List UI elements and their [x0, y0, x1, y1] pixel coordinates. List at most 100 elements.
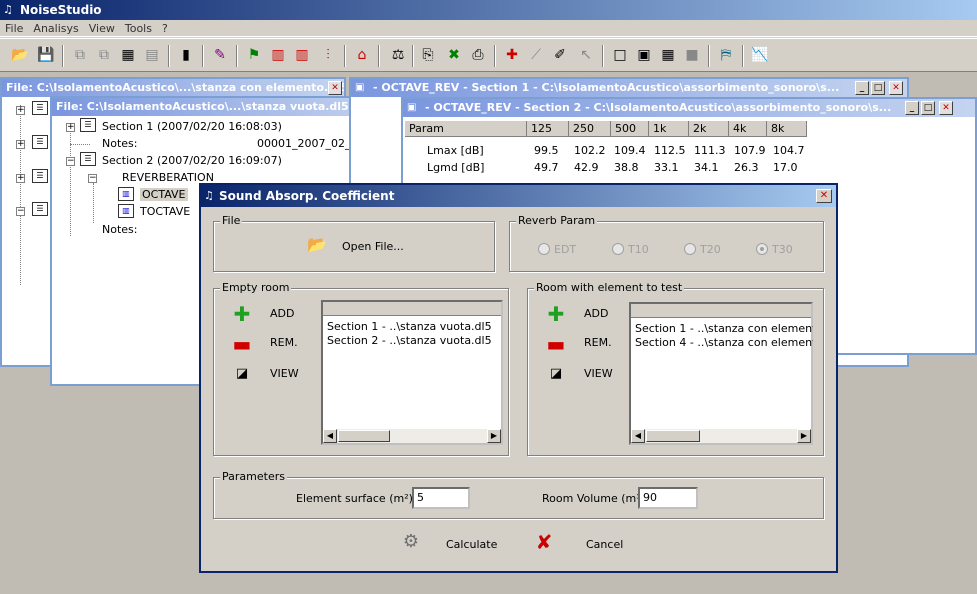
scroll-left-icon[interactable]: ◀: [323, 429, 337, 443]
radio-t10[interactable]: [612, 243, 624, 255]
menu-analisys[interactable]: Analisys: [28, 20, 83, 37]
window3-icon[interactable]: ▦: [658, 45, 678, 65]
bars2-icon[interactable]: ▥: [292, 45, 312, 65]
empty-add-button[interactable]: ADD: [270, 307, 294, 320]
empty-view-button[interactable]: VIEW: [270, 367, 299, 380]
save-icon[interactable]: 💾: [36, 45, 56, 65]
open-file-button[interactable]: Open File...: [342, 240, 404, 253]
maximize-icon[interactable]: □: [871, 81, 885, 95]
scroll-thumb[interactable]: [338, 430, 390, 442]
scroll-right-icon[interactable]: ▶: [797, 429, 811, 443]
list-item[interactable]: Section 1 - ..\stanza vuota.dl5: [327, 320, 503, 333]
measure-icon[interactable]: ✎: [210, 45, 230, 65]
collapse-icon[interactable]: −: [88, 174, 97, 183]
file-group-label: File: [220, 214, 243, 227]
window-chart-icon: ▣: [407, 102, 417, 113]
column-header[interactable]: 500: [611, 121, 649, 137]
expand-icon[interactable]: +: [16, 174, 25, 183]
filter-icon[interactable]: ⚑: [244, 45, 264, 65]
column-header[interactable]: 2k: [689, 121, 729, 137]
window1-icon[interactable]: □: [610, 45, 630, 65]
element-add-button[interactable]: ADD: [584, 307, 608, 320]
menu-tools[interactable]: Tools: [120, 20, 157, 37]
calculate-button[interactable]: Calculate: [446, 538, 497, 551]
element-room-list[interactable]: Section 1 - ..\stanza con elemento.dl5 S…: [629, 302, 813, 445]
doc-icon[interactable]: ▤: [142, 45, 162, 65]
close-icon[interactable]: ✕: [328, 81, 342, 95]
window2-icon[interactable]: ▣: [634, 45, 654, 65]
export-icon[interactable]: ▦: [118, 45, 138, 65]
excel-icon[interactable]: ✖: [444, 45, 464, 65]
copy-doc-icon[interactable]: ⧉: [70, 45, 90, 65]
copy-icon[interactable]: ⎘: [418, 45, 438, 65]
calc-icon[interactable]: ⚖: [388, 45, 408, 65]
horizontal-scrollbar[interactable]: ◀ ▶: [323, 429, 501, 443]
radio-edt[interactable]: [538, 243, 550, 255]
column-header[interactable]: 4k: [729, 121, 767, 137]
column-header[interactable]: 125: [527, 121, 569, 137]
device-icon[interactable]: ▮: [176, 45, 196, 65]
chart-icon[interactable]: 📉: [750, 45, 770, 65]
add-icon[interactable]: ✚: [232, 304, 252, 324]
scroll-left-icon[interactable]: ◀: [631, 429, 645, 443]
scroll-thumb[interactable]: [646, 430, 700, 442]
collapse-icon[interactable]: −: [66, 157, 75, 166]
radio-t30[interactable]: [756, 243, 768, 255]
list-item[interactable]: Section 2 - ..\stanza vuota.dl5: [327, 334, 503, 347]
window4-icon[interactable]: ■: [682, 45, 702, 65]
folder-open-icon[interactable]: 📂: [306, 236, 328, 254]
expand-icon[interactable]: +: [66, 123, 75, 132]
empty-rem-button[interactable]: REM.: [270, 336, 298, 349]
radio-t20[interactable]: [684, 243, 696, 255]
pen-icon[interactable]: ✚: [502, 45, 522, 65]
bars-icon[interactable]: ▥: [268, 45, 288, 65]
view-icon[interactable]: ◪: [546, 365, 566, 383]
list-item[interactable]: Section 1 - ..\stanza con elemento.dl5: [635, 322, 813, 335]
view-icon[interactable]: ◪: [232, 365, 252, 383]
line-icon[interactable]: ⟋: [526, 45, 546, 65]
menu-file[interactable]: File: [0, 20, 28, 37]
spectrum-icon[interactable]: ⫶: [318, 45, 338, 65]
map-icon[interactable]: ⛿: [716, 45, 736, 65]
minimize-icon[interactable]: _: [855, 81, 869, 95]
tree-toctave[interactable]: TOCTAVE: [140, 205, 190, 218]
close-icon[interactable]: ✕: [816, 189, 832, 203]
element-view-button[interactable]: VIEW: [584, 367, 613, 380]
column-header[interactable]: 8k: [767, 121, 807, 137]
print-icon[interactable]: ⎙: [468, 45, 488, 65]
tree-section-1[interactable]: Section 1: [102, 120, 153, 133]
menu-help[interactable]: ?: [157, 20, 173, 37]
column-header[interactable]: Param: [405, 121, 527, 137]
sound-absorp-dialog[interactable]: Sound Absorp. Coefficient ♫ ✕ File 📂 Ope…: [199, 183, 838, 573]
maximize-icon[interactable]: □: [921, 101, 935, 115]
remove-icon[interactable]: ▬: [546, 334, 566, 354]
house-icon[interactable]: ⌂: [352, 45, 372, 65]
tree-section-2[interactable]: Section 2: [102, 154, 153, 167]
element-rem-button[interactable]: REM.: [584, 336, 612, 349]
column-header[interactable]: 250: [569, 121, 611, 137]
minimize-icon[interactable]: _: [905, 101, 919, 115]
list-item[interactable]: Section 4 - ..\stanza con elemento.dl5: [635, 336, 813, 349]
horizontal-scrollbar[interactable]: ◀ ▶: [631, 429, 811, 443]
close-icon[interactable]: ✕: [889, 81, 903, 95]
pointer-icon[interactable]: ↖: [576, 45, 596, 65]
empty-room-list[interactable]: Section 1 - ..\stanza vuota.dl5 Section …: [321, 300, 503, 445]
cancel-x-icon[interactable]: ✘: [534, 532, 554, 552]
expand-icon[interactable]: +: [16, 106, 25, 115]
open-icon[interactable]: 📂: [10, 45, 30, 65]
remove-icon[interactable]: ▬: [232, 334, 252, 354]
gears-icon[interactable]: ⚙: [399, 533, 423, 551]
cancel-button[interactable]: Cancel: [586, 538, 623, 551]
close-icon[interactable]: ✕: [939, 101, 953, 115]
volume-input[interactable]: 90: [638, 487, 698, 509]
menu-view[interactable]: View: [84, 20, 120, 37]
add-icon[interactable]: ✚: [546, 304, 566, 324]
edit-icon[interactable]: ✐: [550, 45, 570, 65]
scroll-right-icon[interactable]: ▶: [487, 429, 501, 443]
copy-doc2-icon[interactable]: ⧉: [94, 45, 114, 65]
column-header[interactable]: 1k: [649, 121, 689, 137]
tree-octave[interactable]: OCTAVE: [140, 188, 188, 201]
surface-input[interactable]: 5: [412, 487, 470, 509]
expand-icon[interactable]: +: [16, 140, 25, 149]
collapse-icon[interactable]: −: [16, 207, 25, 216]
